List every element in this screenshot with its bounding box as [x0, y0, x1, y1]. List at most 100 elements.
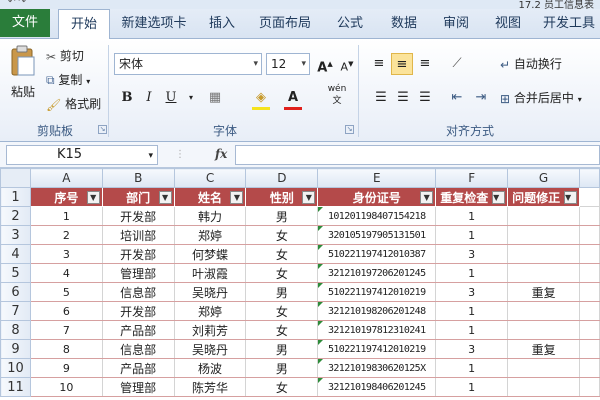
- filter-dropdown-icon[interactable]: ▼: [302, 191, 316, 204]
- fx-icon[interactable]: fx: [215, 147, 227, 161]
- table-cell[interactable]: 管理部: [101, 377, 175, 397]
- copy-button[interactable]: ⧉ 复制 ▾: [46, 71, 90, 88]
- tab-page-layout[interactable]: 页面布局: [252, 9, 318, 39]
- splitter-dots[interactable]: ⋮: [175, 149, 185, 160]
- table-cell[interactable]: 女: [245, 301, 319, 321]
- table-cell[interactable]: 2: [29, 225, 103, 245]
- table-cell[interactable]: 叶淑霞: [173, 263, 247, 283]
- table-cell[interactable]: [579, 339, 600, 359]
- table-cell[interactable]: 管理部: [101, 263, 175, 283]
- table-cell[interactable]: 男: [245, 282, 319, 302]
- column-header[interactable]: B: [101, 168, 175, 188]
- filter-dropdown-icon[interactable]: ▼: [564, 191, 578, 204]
- fill-color-icon[interactable]: ◈: [250, 87, 272, 109]
- font-launcher[interactable]: ↘: [345, 125, 354, 134]
- table-cell[interactable]: [579, 187, 600, 207]
- font-color-icon[interactable]: A: [282, 87, 304, 109]
- shrink-font-button[interactable]: A▼: [336, 53, 358, 75]
- table-cell[interactable]: 女: [245, 244, 319, 264]
- clipboard-launcher[interactable]: ↘: [98, 125, 107, 134]
- table-cell[interactable]: [579, 320, 600, 340]
- table-cell[interactable]: 5: [29, 282, 103, 302]
- table-header-cell[interactable]: 问题修正 ▼: [507, 187, 581, 207]
- row-header[interactable]: 1: [0, 187, 31, 207]
- table-cell[interactable]: 陈芳华: [173, 377, 247, 397]
- table-cell[interactable]: 女: [245, 320, 319, 340]
- table-cell[interactable]: 吴晓丹: [173, 282, 247, 302]
- table-cell[interactable]: 321210198406201245: [317, 377, 437, 397]
- column-header[interactable]: A: [29, 168, 103, 188]
- select-all-corner[interactable]: [0, 168, 31, 188]
- tab-developer[interactable]: 开发工具: [538, 9, 600, 39]
- table-cell[interactable]: 产品部: [101, 320, 175, 340]
- table-cell[interactable]: 1: [435, 301, 509, 321]
- table-cell[interactable]: [507, 263, 581, 283]
- table-cell[interactable]: 1: [435, 358, 509, 378]
- table-cell[interactable]: 韩力: [173, 206, 247, 226]
- column-header[interactable]: D: [245, 168, 319, 188]
- table-cell[interactable]: 1: [435, 377, 509, 397]
- table-cell[interactable]: 7: [29, 320, 103, 340]
- increase-indent-icon[interactable]: ⇥: [470, 87, 492, 109]
- table-cell[interactable]: [579, 206, 600, 226]
- table-cell[interactable]: 男: [245, 339, 319, 359]
- row-header[interactable]: 3: [0, 225, 31, 245]
- table-cell[interactable]: 510221197412010387: [317, 244, 437, 264]
- table-cell[interactable]: [579, 301, 600, 321]
- table-cell[interactable]: 3: [29, 244, 103, 264]
- column-header[interactable]: E: [317, 168, 437, 188]
- column-header[interactable]: G: [507, 168, 581, 188]
- table-header-cell[interactable]: 身份证号 ▼: [317, 187, 437, 207]
- table-cell[interactable]: 3: [435, 282, 509, 302]
- underline-button[interactable]: U: [160, 87, 182, 109]
- align-bottom-icon[interactable]: ≡: [414, 53, 436, 75]
- table-cell[interactable]: [507, 320, 581, 340]
- tab-formulas[interactable]: 公式: [328, 9, 372, 39]
- filter-dropdown-icon[interactable]: ▼: [158, 191, 172, 204]
- filter-dropdown-icon[interactable]: ▼: [492, 191, 506, 204]
- tab-new[interactable]: 新建选项卡: [114, 9, 194, 39]
- table-cell[interactable]: [579, 282, 600, 302]
- column-header[interactable]: C: [173, 168, 247, 188]
- table-cell[interactable]: 510221197412010219: [317, 282, 437, 302]
- align-right-icon[interactable]: ☰: [414, 87, 436, 109]
- table-cell[interactable]: 男: [245, 358, 319, 378]
- table-cell[interactable]: 101201198407154218: [317, 206, 437, 226]
- wrap-text-button[interactable]: ↵ 自动换行: [500, 55, 562, 72]
- table-cell[interactable]: 开发部: [101, 244, 175, 264]
- table-cell[interactable]: 3: [435, 339, 509, 359]
- font-size-combo[interactable]: 12 ▾: [266, 53, 310, 75]
- table-cell[interactable]: [579, 244, 600, 264]
- table-cell[interactable]: 1: [29, 206, 103, 226]
- table-cell[interactable]: 510221197412010219: [317, 339, 437, 359]
- table-cell[interactable]: [579, 377, 600, 397]
- table-cell[interactable]: 1: [435, 320, 509, 340]
- table-cell[interactable]: [579, 358, 600, 378]
- row-header[interactable]: 11: [0, 377, 31, 397]
- table-cell[interactable]: 刘莉芳: [173, 320, 247, 340]
- table-cell[interactable]: 产品部: [101, 358, 175, 378]
- table-cell[interactable]: 重复: [507, 282, 581, 302]
- table-cell[interactable]: 321210197206201245: [317, 263, 437, 283]
- table-cell[interactable]: [579, 263, 600, 283]
- tab-view[interactable]: 视图: [486, 9, 530, 39]
- row-header[interactable]: 8: [0, 320, 31, 340]
- table-cell[interactable]: 重复: [507, 339, 581, 359]
- grow-font-button[interactable]: A▲: [314, 53, 336, 75]
- table-cell[interactable]: 321210198206201248: [317, 301, 437, 321]
- table-cell[interactable]: 开发部: [101, 301, 175, 321]
- paste-button[interactable]: 粘贴: [8, 45, 38, 100]
- table-cell[interactable]: 女: [245, 225, 319, 245]
- align-top-icon[interactable]: ≡: [368, 53, 390, 75]
- table-cell[interactable]: 10: [29, 377, 103, 397]
- table-cell[interactable]: 4: [29, 263, 103, 283]
- format-painter-button[interactable]: 🖌 格式刷: [46, 95, 101, 112]
- table-cell[interactable]: 信息部: [101, 339, 175, 359]
- table-cell[interactable]: 郑婷: [173, 225, 247, 245]
- cut-button[interactable]: ✂ 剪切: [46, 47, 84, 64]
- bold-button[interactable]: B: [116, 87, 138, 109]
- row-header[interactable]: 4: [0, 244, 31, 264]
- tab-insert[interactable]: 插入: [200, 9, 244, 39]
- table-cell[interactable]: 1: [435, 263, 509, 283]
- table-cell[interactable]: [507, 225, 581, 245]
